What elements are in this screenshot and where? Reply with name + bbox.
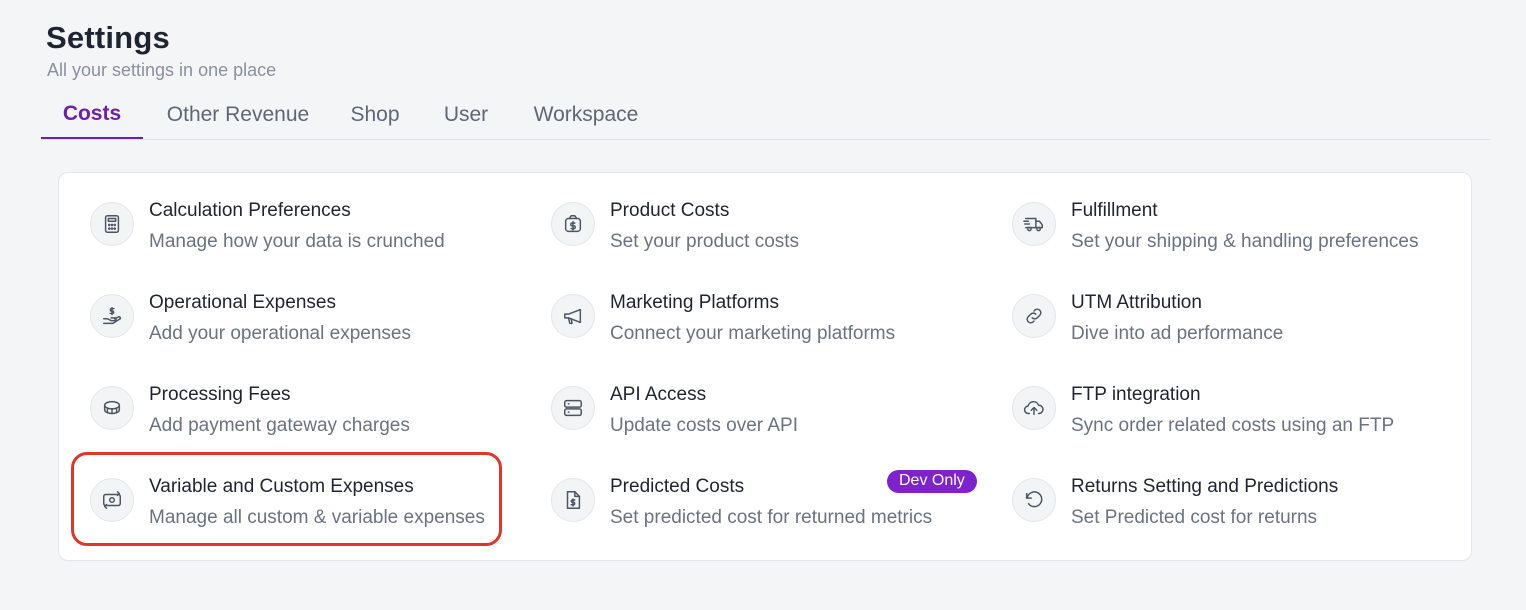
tab-shop[interactable]: Shop [341,90,409,139]
setting-predicted-costs[interactable]: Predicted Costs Dev Only Set predicted c… [551,470,991,546]
tab-other-revenue[interactable]: Other Revenue [159,90,317,139]
server-icon [551,386,595,430]
setting-title: FTP integration [1071,384,1201,405]
setting-title: Predicted Costs [610,476,745,497]
link-icon [1012,294,1056,338]
calculator-icon [90,202,134,246]
page-subtitle: All your settings in one place [47,60,277,80]
setting-description: Add your operational expenses [149,323,411,344]
tab-workspace[interactable]: Workspace [522,90,650,139]
setting-description: Update costs over API [610,415,798,436]
setting-variable-custom-expenses[interactable]: Variable and Custom Expenses Manage all … [90,476,530,546]
dollar-box-icon [551,202,595,246]
cash-exchange-icon [90,478,134,522]
setting-fulfillment[interactable]: Fulfillment Set your shipping & handling… [1012,200,1452,270]
setting-title: UTM Attribution [1071,292,1202,313]
tab-user[interactable]: User [434,90,498,139]
setting-description: Manage how your data is crunched [149,231,445,252]
setting-title: Product Costs [610,200,730,221]
setting-description: Set Predicted cost for returns [1071,507,1318,528]
setting-description: Set your product costs [610,231,800,252]
setting-ftp-integration[interactable]: FTP integration Sync order related costs… [1012,384,1452,454]
setting-title: Returns Setting and Predictions [1071,476,1339,497]
megaphone-icon [551,294,595,338]
page-title: Settings [46,20,170,55]
settings-tabs: Costs Other Revenue Shop User Workspace [41,90,1490,140]
setting-calculation-preferences[interactable]: Calculation Preferences Manage how your … [90,200,530,270]
setting-title: Variable and Custom Expenses [149,476,414,497]
rotate-ccw-icon [1012,478,1056,522]
setting-product-costs[interactable]: Product Costs Set your product costs [551,200,991,270]
setting-title: Calculation Preferences [149,200,351,221]
setting-title: Operational Expenses [149,292,336,313]
setting-returns-predictions[interactable]: Returns Setting and Predictions Set Pred… [1012,476,1452,546]
setting-api-access[interactable]: API Access Update costs over API [551,384,991,454]
truck-icon [1012,202,1056,246]
dollar-document-icon [551,478,595,522]
setting-title: Marketing Platforms [610,292,779,313]
coins-icon [90,386,134,430]
setting-description: Dive into ad performance [1071,323,1284,344]
setting-title: API Access [610,384,707,405]
setting-description: Manage all custom & variable expenses [149,507,485,528]
setting-description: Set your shipping & handling preferences [1071,231,1419,252]
costs-settings-card: Calculation Preferences Manage how your … [58,172,1472,561]
setting-utm-attribution[interactable]: UTM Attribution Dive into ad performance [1012,292,1452,362]
setting-title: Fulfillment [1071,200,1158,221]
dev-only-badge: Dev Only [887,470,977,493]
setting-operational-expenses[interactable]: Operational Expenses Add your operationa… [90,292,530,362]
cloud-upload-icon [1012,386,1056,430]
tab-costs[interactable]: Costs [41,90,143,139]
setting-description: Set predicted cost for returned metrics [610,507,933,528]
setting-description: Add payment gateway charges [149,415,410,436]
setting-title: Processing Fees [149,384,291,405]
setting-description: Sync order related costs using an FTP [1071,415,1395,436]
hand-dollar-icon [90,294,134,338]
setting-processing-fees[interactable]: Processing Fees Add payment gateway char… [90,384,530,454]
setting-marketing-platforms[interactable]: Marketing Platforms Connect your marketi… [551,292,991,362]
setting-description: Connect your marketing platforms [610,323,896,344]
